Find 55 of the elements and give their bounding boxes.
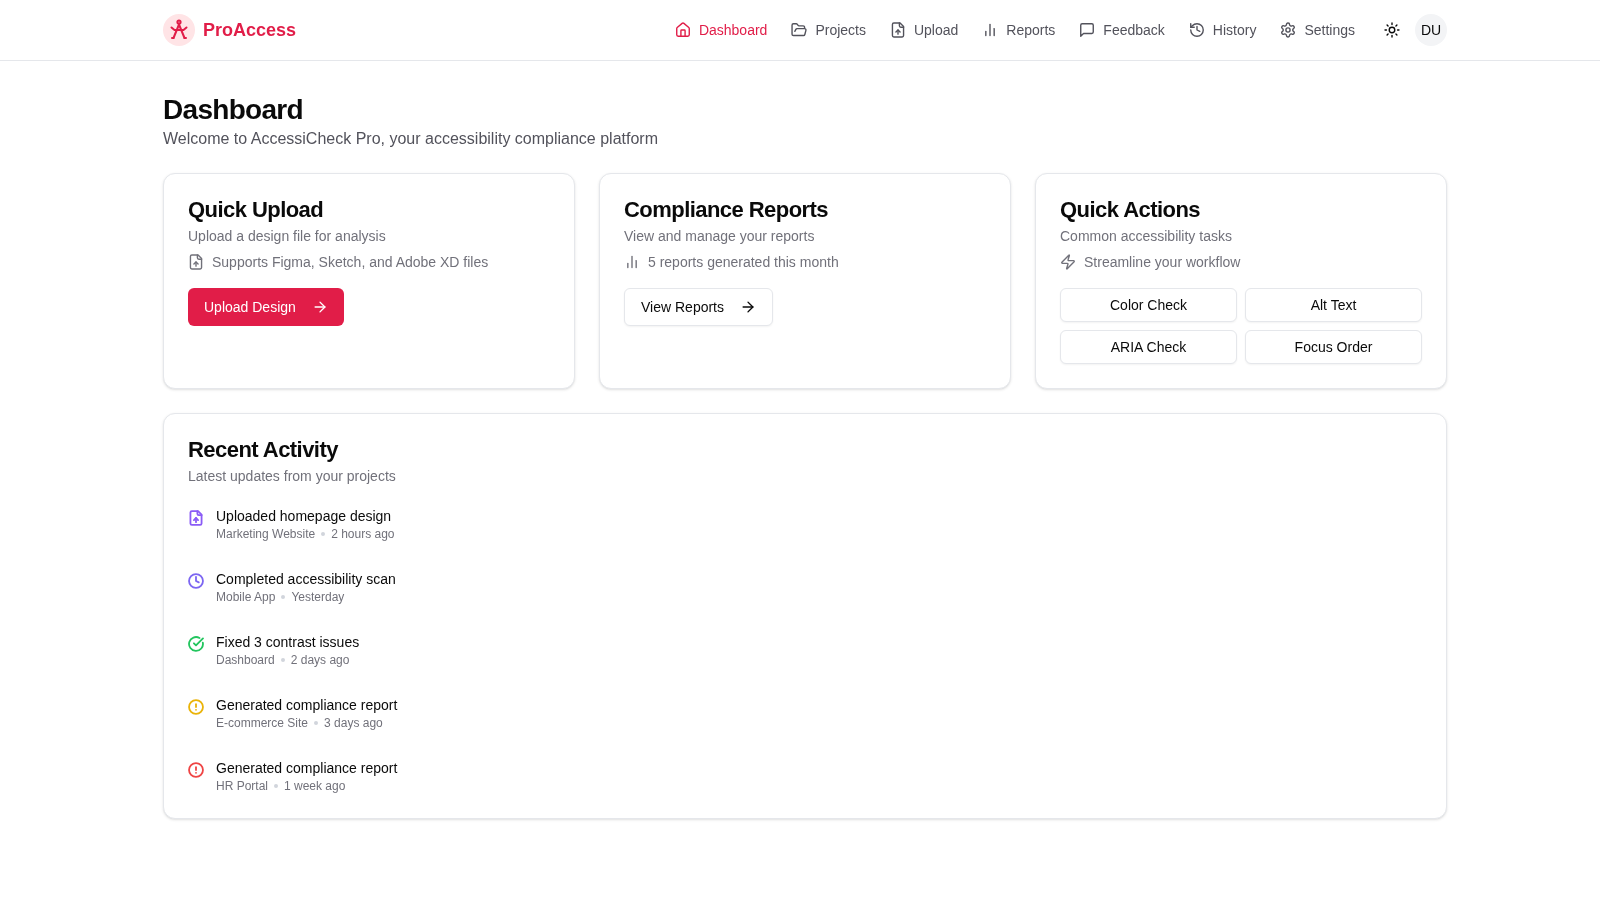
quick-action-button[interactable]: Color Check — [1060, 288, 1237, 322]
card-title: Quick Actions — [1060, 198, 1200, 222]
project-name: HR Portal — [216, 778, 268, 794]
quick-action-button[interactable]: Alt Text — [1245, 288, 1422, 322]
section-description: Latest updates from your projects — [188, 467, 397, 486]
activity-title: Fixed 3 contrast issues — [216, 633, 360, 652]
quick-action-button[interactable]: ARIA Check — [1060, 330, 1237, 364]
card-title: Compliance Reports — [624, 198, 829, 222]
nav-link[interactable]: History — [1188, 20, 1257, 40]
card-note: Streamline your workflow — [1084, 253, 1241, 272]
folder-icon — [791, 22, 808, 38]
timestamp: 2 days ago — [290, 652, 350, 668]
arrow-right-icon — [740, 299, 756, 315]
project-name: Marketing Website — [216, 526, 316, 542]
page-title: Dashboard — [163, 93, 304, 127]
timestamp: 2 hours ago — [331, 526, 395, 542]
upload-design-button[interactable]: Upload Design — [188, 288, 344, 326]
card-description: View and manage your reports — [624, 227, 815, 246]
project-name: Dashboard — [216, 652, 275, 668]
logo-icon — [163, 14, 195, 46]
chat-bubble-icon — [1079, 22, 1096, 38]
nav-link[interactable]: Feedback — [1079, 20, 1165, 40]
file-upload-icon — [889, 22, 906, 38]
nav-link[interactable]: Dashboard — [674, 20, 768, 40]
project-name: E-commerce Site — [216, 715, 309, 731]
card-title: Quick Upload — [188, 198, 324, 222]
activity-title: Uploaded homepage design — [216, 507, 393, 526]
card-note: Supports Figma, Sketch, and Adobe XD files — [212, 253, 489, 272]
activity-title: Generated compliance report — [216, 696, 398, 715]
user-avatar[interactable]: DU — [1415, 14, 1447, 46]
house-icon — [674, 22, 691, 38]
card-description: Common accessibility tasks — [1060, 227, 1232, 246]
nav-link[interactable]: Reports — [982, 20, 1056, 40]
page-subtitle: Welcome to AccessiCheck Pro, your accessibility compliance platform — [163, 129, 659, 149]
brand-name: ProAccess — [203, 19, 297, 42]
card-description: Upload a design file for analysis — [188, 227, 386, 246]
lightning-icon — [1060, 254, 1076, 270]
timestamp: 3 days ago — [324, 715, 383, 731]
activity-title: Generated compliance report — [216, 759, 398, 778]
project-name: Mobile App — [216, 589, 276, 605]
view-reports-button[interactable]: View Reports — [624, 288, 773, 326]
timestamp: 1 week ago — [284, 778, 346, 794]
history-icon — [1188, 22, 1205, 38]
nav-link[interactable]: Projects — [791, 20, 866, 40]
timestamp: Yesterday — [291, 589, 345, 605]
sun-icon — [1384, 22, 1400, 38]
bar-chart-icon — [624, 254, 640, 270]
nav-link[interactable]: Settings — [1280, 20, 1355, 40]
file-upload-icon — [188, 254, 204, 270]
card-note: 5 reports generated this month — [648, 253, 839, 272]
quick-action-button[interactable]: Focus Order — [1245, 330, 1422, 364]
activity-title: Completed accessibility scan — [216, 570, 396, 589]
section-title: Recent Activity — [188, 438, 340, 462]
nav-link[interactable]: Upload — [889, 20, 959, 40]
settings-icon — [1280, 22, 1297, 38]
